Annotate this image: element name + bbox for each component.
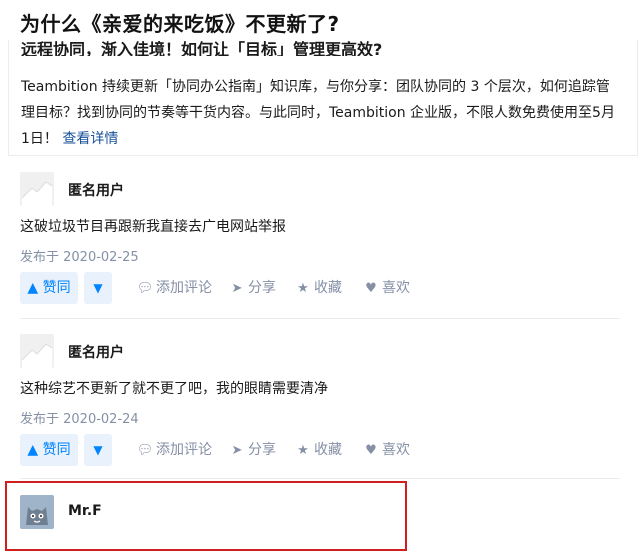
star-icon: ★ [297, 281, 309, 296]
collect-label: 收藏 [314, 280, 342, 296]
comment-label: 添加评论 [156, 442, 212, 458]
ad-card: 远程协同，渐入佳境！如何让「目标」管理更高效? Teambition 持续更新「… [8, 40, 638, 156]
star-icon: ★ [297, 443, 309, 458]
vote-up-button[interactable]: ▲ 赞同 [20, 434, 78, 466]
comment-icon: 💬︎ [136, 281, 154, 296]
comment-button[interactable]: 💬︎ 添加评论 [136, 272, 212, 304]
share-button[interactable]: ➤ 分享 [228, 434, 276, 466]
anonymous-avatar-icon [20, 334, 54, 368]
question-title: 为什么《亲爱的来吃饭》不更新了? [20, 12, 340, 36]
share-icon: ➤ [231, 281, 243, 296]
avatar[interactable] [20, 172, 54, 206]
collect-label: 收藏 [314, 442, 342, 458]
author-name[interactable]: 匿名用户 [68, 180, 124, 200]
like-button[interactable]: ♥ 喜欢 [362, 434, 410, 466]
comment-icon: 💬︎ [136, 443, 154, 458]
answer-divider [20, 318, 620, 319]
action-bar: ▲ 赞同 ▼ 💬︎ 添加评论 ➤ 分享 ★ 收藏 ♥ 喜欢 [20, 272, 620, 304]
like-label: 喜欢 [382, 442, 410, 458]
ad-title[interactable]: 远程协同，渐入佳境！如何让「目标」管理更高效? [21, 40, 382, 56]
publish-date[interactable]: 发布于 2020-02-24 [20, 408, 139, 427]
action-bar: ▲ 赞同 ▼ 💬︎ 添加评论 ➤ 分享 ★ 收藏 ♥ 喜欢 [20, 434, 620, 466]
comment-label: 添加评论 [156, 280, 212, 296]
avatar[interactable] [20, 334, 54, 368]
anonymous-avatar-icon [20, 172, 54, 206]
comment-button[interactable]: 💬︎ 添加评论 [136, 434, 212, 466]
answer-content: 这种综艺不更新了就不更了吧，我的眼睛需要清净 [20, 381, 328, 397]
heart-icon: ♥ [365, 443, 377, 458]
like-button[interactable]: ♥ 喜欢 [362, 272, 410, 304]
like-label: 喜欢 [382, 280, 410, 296]
heart-icon: ♥ [365, 281, 377, 296]
ad-text: Teambition 持续更新「协同办公指南」知识库，与你分享：团队协同的 3 … [21, 74, 621, 152]
publish-date[interactable]: 发布于 2020-02-25 [20, 246, 139, 265]
vote-up-button[interactable]: ▲ 赞同 [20, 272, 78, 304]
share-button[interactable]: ➤ 分享 [228, 272, 276, 304]
collect-button[interactable]: ★ 收藏 [294, 434, 342, 466]
author-name[interactable]: 匿名用户 [68, 342, 124, 362]
share-label: 分享 [248, 280, 276, 296]
ad-detail-link[interactable]: 查看详情 [62, 131, 118, 147]
highlight-box [5, 481, 407, 551]
answer-divider [20, 478, 620, 479]
collect-button[interactable]: ★ 收藏 [294, 272, 342, 304]
vote-down-button[interactable]: ▼ [84, 434, 112, 466]
answer-content: 这破垃圾节目再跟新我直接去广电网站举报 [20, 219, 286, 235]
share-label: 分享 [248, 442, 276, 458]
share-icon: ➤ [231, 443, 243, 458]
vote-down-button[interactable]: ▼ [84, 272, 112, 304]
